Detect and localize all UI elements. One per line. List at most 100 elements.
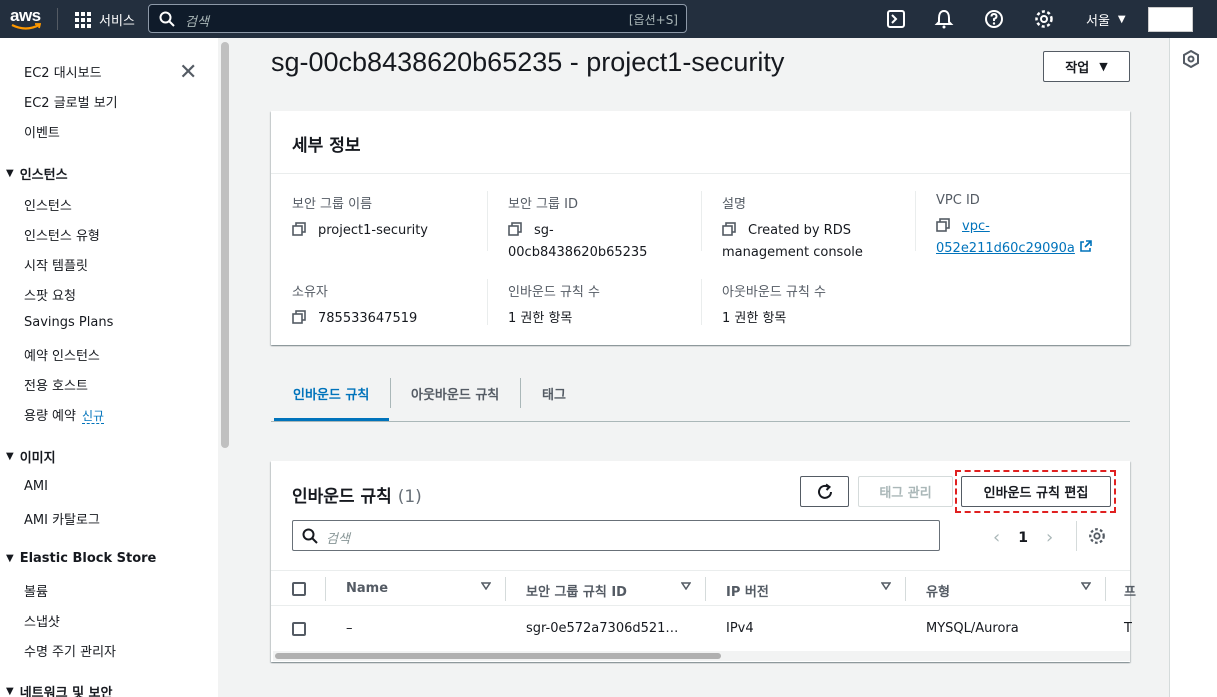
sidebar-section-ebs[interactable]: ▼ Elastic Block Store [6, 551, 156, 566]
row-checkbox[interactable] [292, 622, 306, 636]
column-header-type[interactable]: 유형 [926, 581, 950, 600]
bell-icon[interactable] [934, 9, 954, 29]
chevron-left-icon[interactable]: ‹ [993, 527, 1000, 548]
sidebar-scrollbar[interactable] [218, 38, 233, 697]
copy-icon[interactable] [292, 310, 306, 324]
sidebar-item-savings-plans[interactable]: Savings Plans [24, 315, 113, 330]
divider [1105, 577, 1106, 601]
column-header-name[interactable]: Name [346, 581, 388, 596]
external-link-icon[interactable] [1079, 240, 1092, 253]
vpc-link[interactable]: vpc- [962, 219, 990, 234]
sidebar-item-capacity-reservations[interactable]: 용량 예약 신규 [24, 405, 105, 424]
rules-search-input[interactable]: 검색 [292, 520, 940, 551]
actions-button[interactable]: 작업 ▼ [1043, 51, 1130, 82]
aws-logo[interactable]: aws [10, 5, 44, 33]
sidebar-section-images[interactable]: ▼ 이미지 [6, 447, 56, 466]
field-inbound-count: 인바운드 규칙 수 1 권한 항목 [508, 281, 708, 330]
details-panel: 세부 정보 보안 그룹 이름 project1-security 보안 그룹 I… [271, 111, 1130, 345]
tab-outbound-rules[interactable]: 아웃바운드 규칙 [411, 384, 499, 403]
sidebar-item-lifecycle-manager[interactable]: 수명 주기 관리자 [24, 641, 116, 660]
tab-inbound-rules[interactable]: 인바운드 규칙 [293, 384, 369, 403]
top-navigation: aws 서비스 검색 [옵션+S] 서울 ▼ [0, 0, 1217, 38]
field-sg-name: 보안 그룹 이름 project1-security [292, 193, 492, 242]
field-label: 아웃바운드 규칙 수 [722, 285, 826, 300]
field-sg-id: 보안 그룹 ID sg- 00cb8438620b65235 [508, 193, 708, 264]
sidebar-item-instance-types[interactable]: 인스턴스 유형 [24, 225, 100, 244]
rules-count: (1) [397, 487, 422, 507]
close-icon[interactable]: ✕ [179, 62, 197, 84]
copy-icon[interactable] [508, 222, 522, 236]
field-value: Created by RDS [748, 223, 851, 238]
column-header-ip-version[interactable]: IP 버전 [726, 581, 769, 600]
sidebar-item-reserved-instances[interactable]: 예약 인스턴스 [24, 345, 100, 364]
field-value-row: project1-security [292, 220, 492, 242]
field-label: 인바운드 규칙 수 [508, 285, 600, 300]
help-icon[interactable] [984, 9, 1004, 29]
region-selector[interactable]: 서울 ▼ [1086, 10, 1126, 29]
field-label: VPC ID [936, 193, 980, 208]
sidebar-item-snapshots[interactable]: 스냅샷 [24, 611, 60, 630]
sidebar-item-ec2-dashboard[interactable]: EC2 대시보드 [24, 62, 102, 81]
cell-rule-id: sgr-0e572a7306d521… [526, 621, 679, 636]
copy-icon[interactable] [292, 222, 306, 236]
sidebar-item-events[interactable]: 이벤트 [24, 122, 60, 141]
caret-down-icon: ▼ [6, 553, 14, 564]
tab-tags[interactable]: 태그 [542, 384, 566, 403]
aws-smile-icon [11, 23, 41, 30]
sort-icon[interactable] [681, 582, 691, 590]
refresh-button[interactable] [800, 476, 849, 507]
field-value: 1 권한 항목 [722, 311, 787, 326]
vpc-link-cont[interactable]: 052e211d60c29090a [936, 241, 1075, 256]
gear-icon[interactable] [1034, 9, 1054, 29]
sidebar-section-network-security[interactable]: ▼ 네트워크 및 보안 [6, 682, 112, 697]
region-label: 서울 [1086, 14, 1110, 29]
sidebar-item-ami[interactable]: AMI [24, 479, 48, 494]
preferences-gear-icon[interactable] [1088, 527, 1106, 545]
column-header-protocol[interactable]: 프 [1124, 581, 1136, 600]
sort-icon[interactable] [481, 582, 491, 590]
column-header-rule-id[interactable]: 보안 그룹 규칙 ID [526, 581, 627, 600]
chevron-right-icon[interactable]: › [1046, 527, 1053, 548]
sidebar-item-launch-templates[interactable]: 시작 템플릿 [24, 255, 88, 274]
grid-icon [75, 11, 91, 28]
sort-icon[interactable] [881, 582, 891, 590]
manage-tags-button[interactable]: 태그 관리 [858, 476, 953, 507]
scrollbar-thumb[interactable] [275, 653, 721, 659]
table-row[interactable]: – sgr-0e572a7306d521… IPv4 MYSQL/Aurora … [271, 611, 1132, 647]
sidebar-item-instances[interactable]: 인스턴스 [24, 195, 72, 214]
search-shortcut: [옵션+S] [628, 13, 678, 27]
divider [701, 279, 702, 325]
divider [325, 577, 326, 601]
field-value-row: vpc- 052e211d60c29090a [936, 216, 1136, 260]
table-horizontal-scrollbar[interactable] [273, 651, 1130, 661]
divider [905, 577, 906, 601]
field-label: 설명 [722, 197, 746, 212]
sidebar-item-ec2-global-view[interactable]: EC2 글로벌 보기 [24, 92, 118, 111]
account-menu[interactable] [1148, 7, 1193, 32]
global-search-input[interactable]: 검색 [옵션+S] [148, 4, 687, 33]
field-value-row: Created by RDS management console [722, 220, 922, 264]
sidebar-section-instances[interactable]: ▼ 인스턴스 [6, 164, 68, 183]
divider [505, 577, 506, 601]
search-icon [159, 11, 175, 27]
scrollbar-thumb[interactable] [221, 42, 229, 448]
field-outbound-count: 아웃바운드 규칙 수 1 권한 항목 [722, 281, 922, 330]
field-value-cont: management console [722, 245, 863, 260]
info-panel-icon[interactable] [1183, 50, 1199, 68]
new-badge: 신규 [81, 409, 105, 424]
copy-icon[interactable] [722, 222, 736, 236]
cloudshell-icon[interactable] [886, 9, 906, 29]
copy-icon[interactable] [936, 218, 950, 232]
sidebar-item-spot-requests[interactable]: 스팟 요청 [24, 285, 76, 304]
services-menu[interactable]: 서비스 [75, 10, 135, 29]
sidebar-item-dedicated-hosts[interactable]: 전용 호스트 [24, 375, 88, 394]
page-number[interactable]: 1 [1018, 530, 1028, 546]
sidebar-item-ami-catalog[interactable]: AMI 카탈로그 [24, 509, 100, 528]
sidebar-item-volumes[interactable]: 볼륨 [24, 581, 48, 600]
select-all-checkbox[interactable] [292, 582, 306, 596]
heading-text: 인바운드 규칙 [292, 487, 392, 507]
highlight-box [955, 470, 1116, 513]
divider [271, 421, 1130, 422]
sort-icon[interactable] [1081, 582, 1091, 590]
table-header: Name 보안 그룹 규칙 ID IP 버전 유형 프 [271, 570, 1136, 606]
